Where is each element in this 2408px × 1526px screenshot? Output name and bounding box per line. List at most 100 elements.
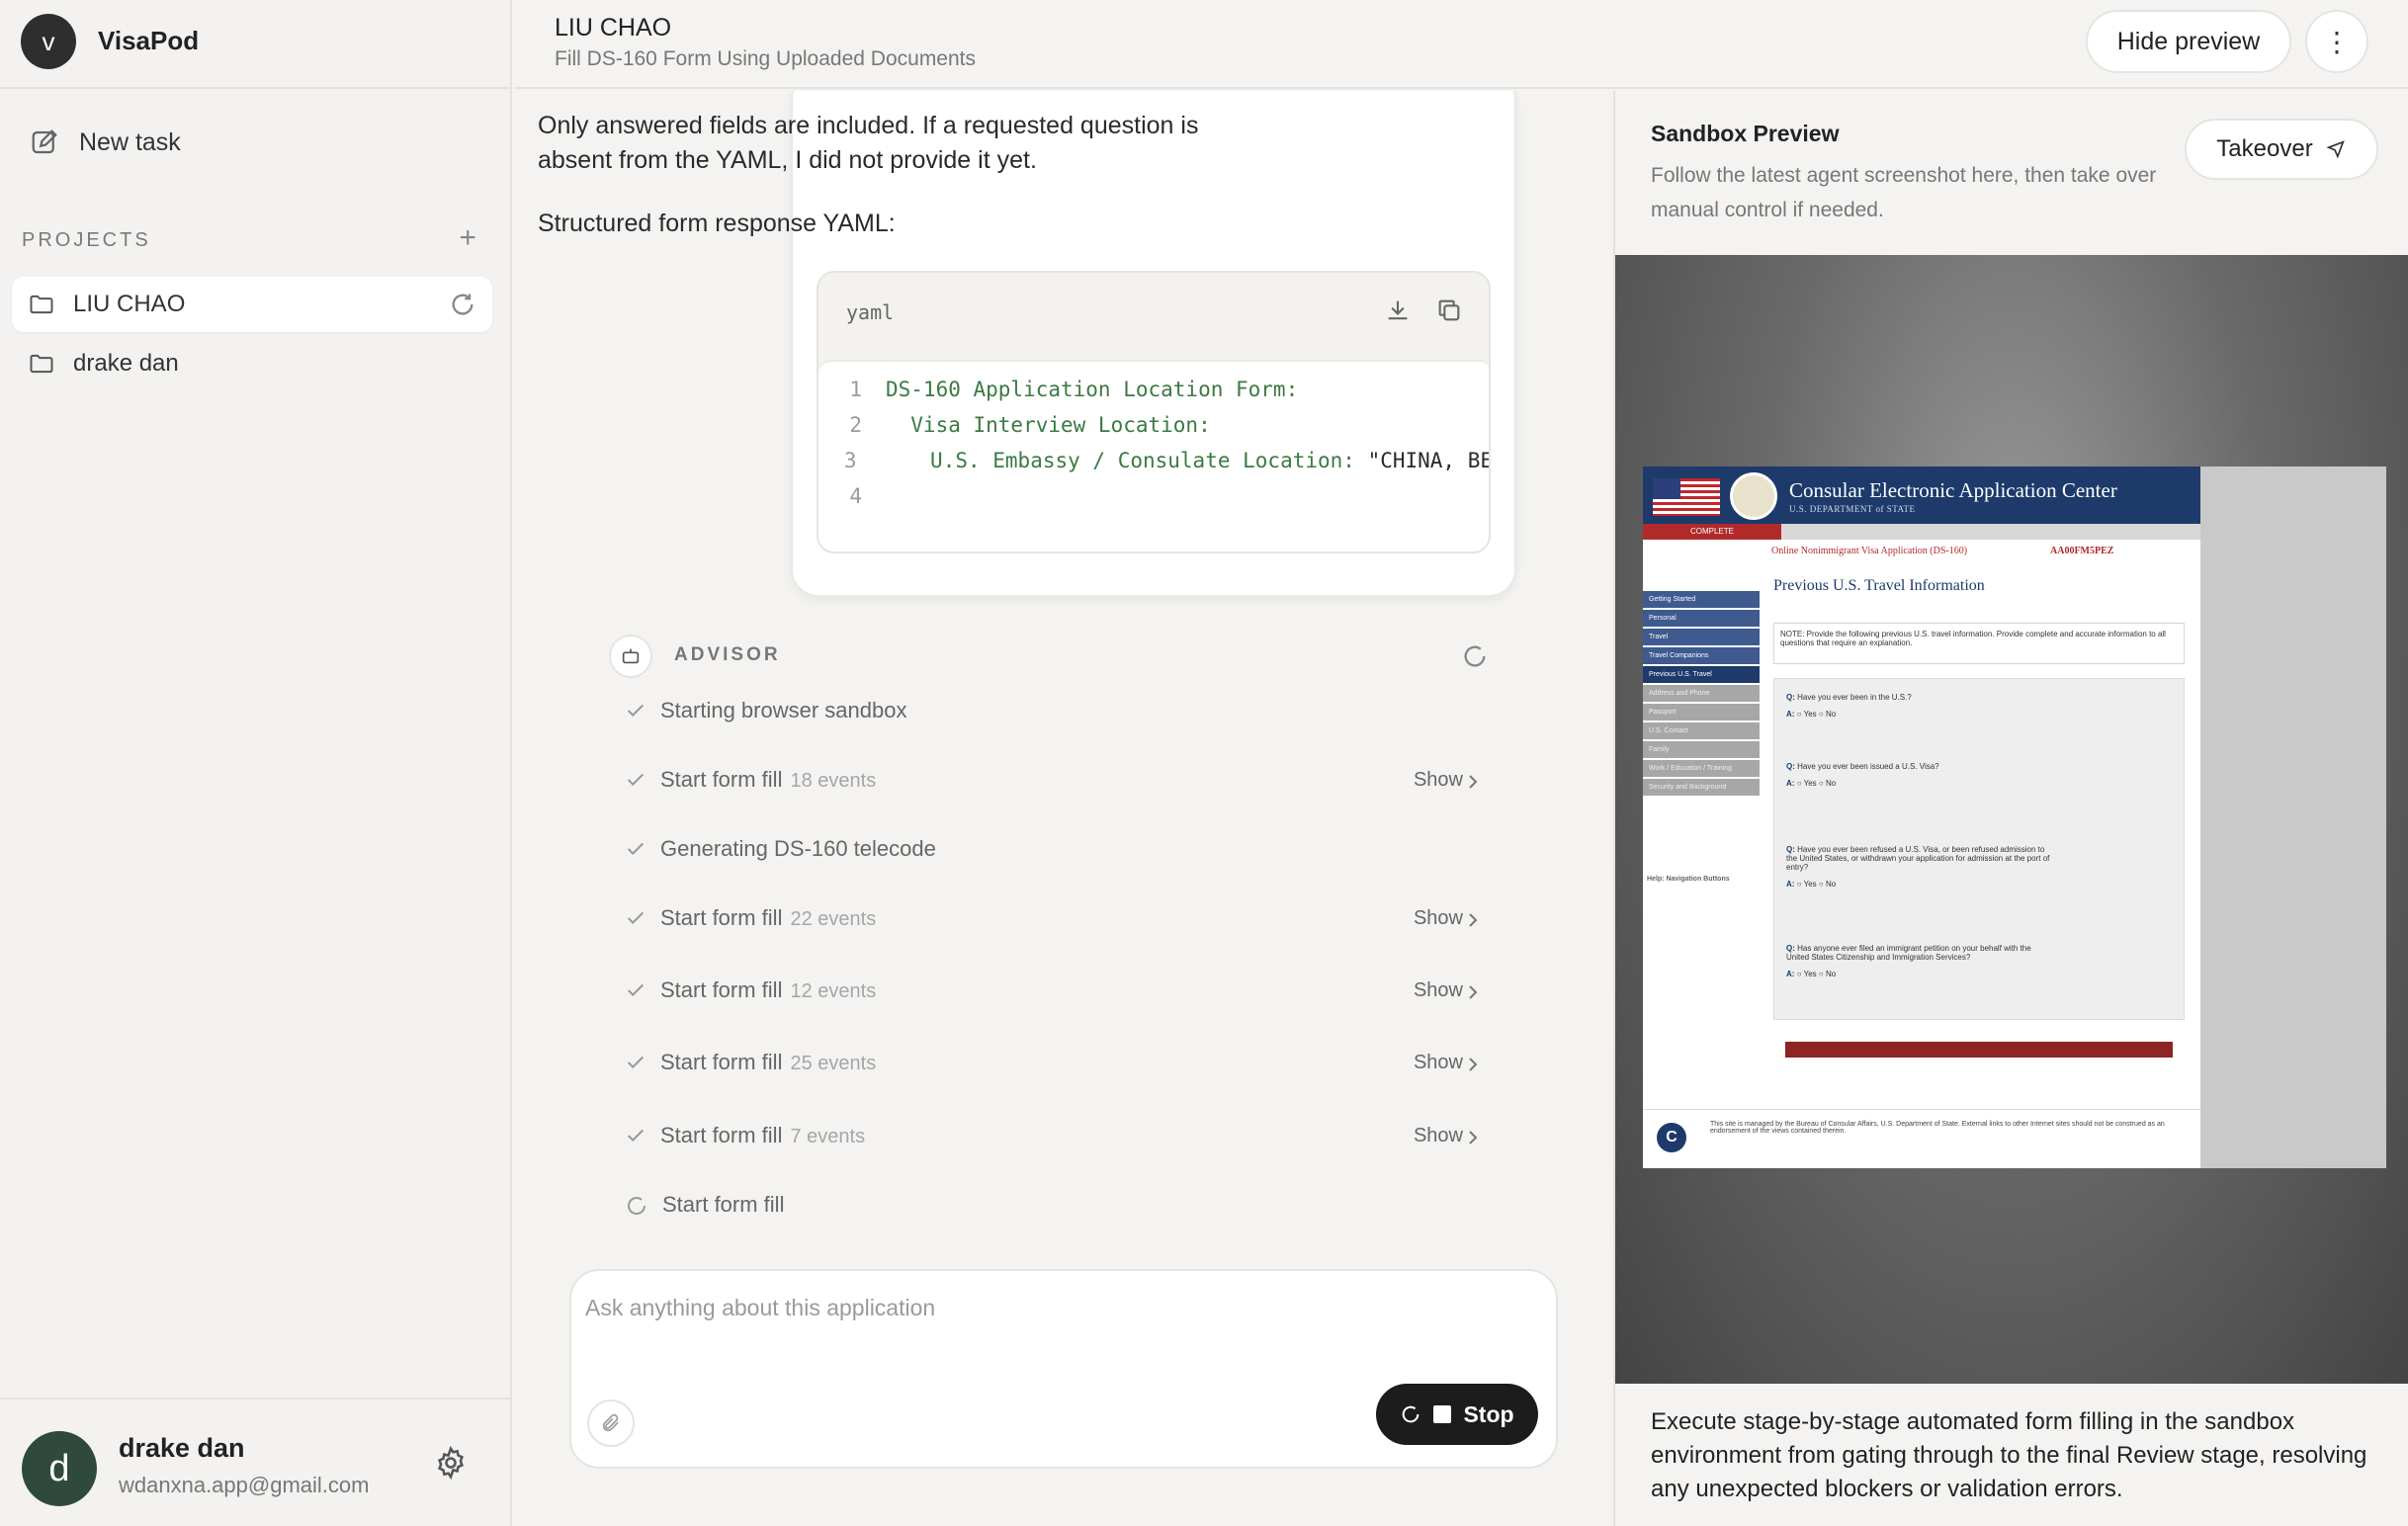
form-page-heading: Previous U.S. Travel Information (1773, 577, 1985, 594)
avatar[interactable]: d (22, 1431, 97, 1506)
code-value: "CHINA, BE (1354, 449, 1491, 472)
line-number: 2 (849, 413, 862, 437)
sidebar: v VisaPod New task PROJECTS + LIU CHAO d… (0, 0, 512, 1526)
loading-spinner-icon (628, 1197, 646, 1215)
preview-description: Follow the latest agent screenshot here,… (1651, 164, 2157, 221)
code-block: yaml 1 DS-160 Application Location Form: … (817, 271, 1491, 553)
answer-radios[interactable]: A: ○ Yes ○ No (1786, 970, 2053, 978)
page-title: LIU CHAO (555, 14, 672, 42)
gear-icon[interactable] (433, 1445, 469, 1481)
advisor-step[interactable]: Start form fill 7 events Show (625, 1117, 1479, 1156)
form-nav: Getting Started Personal Travel Travel Comp… (1643, 591, 1760, 798)
code-body: 1 DS-160 Application Location Form: 2 Vis… (818, 360, 1491, 551)
user-profile: d drake dan wdanxna.app@gmail.com (0, 1398, 510, 1526)
radio-icon[interactable]: ○ Yes (1797, 880, 1817, 889)
code-key: DS-160 Application Location Form: (886, 378, 1299, 401)
question-text: Has anyone ever filed an immigrant petit… (1786, 944, 2031, 962)
chevron-right-icon (1469, 1058, 1478, 1071)
site-footer: This site is managed by the Bureau of Co… (1710, 1121, 2165, 1135)
paperclip-icon[interactable] (587, 1399, 635, 1447)
radio-icon[interactable]: ○ Yes (1797, 970, 1817, 978)
step-events: 25 events (790, 1053, 877, 1074)
form-question: Q: Have you ever been in the U.S.? A: ○ Y… (1786, 693, 2053, 719)
projects-label: PROJECTS (22, 229, 151, 251)
step-label: Start form fill (662, 1192, 784, 1218)
code-text: U.S. Embassy / Consulate Location: "CHIN… (856, 449, 1491, 484)
add-project-icon[interactable]: + (459, 223, 476, 253)
sidebar-item-liu-chao[interactable]: LIU CHAO (12, 277, 492, 332)
step-title: Start form fill (660, 1050, 783, 1074)
ceac-logo-icon: C (1657, 1123, 1686, 1152)
show-button[interactable]: Show (1414, 907, 1463, 930)
question-text: Have you ever been in the U.S.? (1797, 693, 1912, 702)
form-nav-buttons (1785, 1042, 2173, 1058)
radio-icon[interactable]: ○ No (1819, 880, 1836, 889)
answer-radios[interactable]: A: ○ Yes ○ No (1786, 710, 2053, 719)
copy-icon[interactable] (1435, 297, 1463, 324)
cursor-icon (2326, 140, 2345, 159)
form-nav-item: Previous U.S. Travel (1643, 666, 1760, 683)
radio-icon[interactable]: ○ No (1819, 710, 1836, 719)
show-button[interactable]: Show (1414, 769, 1463, 792)
progress-tabs: COMPLETE (1643, 524, 2200, 540)
question-text: Have you ever been issued a U.S. Visa? (1797, 762, 1939, 771)
radio-icon[interactable]: ○ No (1819, 779, 1836, 788)
show-button[interactable]: Show (1414, 979, 1463, 1002)
new-task-button[interactable]: New task (30, 123, 181, 162)
line-number: 1 (849, 378, 862, 401)
step-label: Starting browser sandbox (660, 698, 906, 723)
question-text: Have you ever been refused a U.S. Visa, … (1786, 845, 2050, 872)
advisor-step: Generating DS-160 telecode (625, 830, 1479, 870)
show-button[interactable]: Show (1414, 1125, 1463, 1147)
step-title: Start form fill (660, 767, 783, 792)
browser-screenshot[interactable]: Consular Electronic Application Center U… (1643, 466, 2386, 1168)
code-line: 3 U.S. Embassy / Consulate Location: "CH… (818, 449, 1491, 484)
takeover-label: Takeover (2216, 135, 2313, 162)
message-paragraph: Structured form response YAML: (538, 210, 896, 237)
new-task-label: New task (79, 127, 181, 156)
form-nav-item: Getting Started (1643, 591, 1760, 608)
show-button[interactable]: Show (1414, 1052, 1463, 1074)
hide-preview-button[interactable]: Hide preview (2086, 10, 2291, 73)
form-nav-item: Personal (1643, 610, 1760, 627)
radio-icon[interactable]: ○ Yes (1797, 779, 1817, 788)
radio-icon[interactable]: ○ No (1819, 970, 1836, 978)
chevron-right-icon (1469, 985, 1478, 999)
message-input[interactable] (585, 1283, 1534, 1332)
user-email: wdanxna.app@gmail.com (119, 1473, 370, 1497)
code-line: 1 DS-160 Application Location Form: (818, 378, 1489, 413)
radio-icon[interactable]: ○ Yes (1797, 710, 1817, 719)
folder-icon (30, 295, 53, 314)
step-label: Generating DS-160 telecode (660, 836, 936, 862)
stop-button[interactable]: Stop (1376, 1384, 1538, 1445)
advisor-step[interactable]: Start form fill 12 events Show (625, 972, 1479, 1011)
step-label: Start form fill 12 events (660, 977, 876, 1003)
brand-avatar[interactable]: v (21, 14, 76, 69)
answer-radios[interactable]: A: ○ Yes ○ No (1786, 779, 2053, 788)
header: LIU CHAO Fill DS-160 Form Using Uploaded… (514, 0, 2408, 89)
form-nav-item: Work / Education / Training (1643, 760, 1760, 777)
robot-icon (609, 635, 652, 678)
ceac-banner: Consular Electronic Application Center U… (1643, 466, 2200, 524)
check-icon (627, 1129, 645, 1143)
sandbox-screenshot-area[interactable]: Consular Electronic Application Center U… (1615, 255, 2408, 1384)
form-nav-item: Passport (1643, 704, 1760, 721)
state-seal-icon (1730, 472, 1777, 520)
app-line: Online Nonimmigrant Visa Application (DS… (1771, 546, 1968, 556)
form-question: Q: Have you ever been issued a U.S. Visa… (1786, 762, 2053, 788)
step-title: Generating DS-160 telecode (660, 836, 936, 861)
page-subtitle: Fill DS-160 Form Using Uploaded Document… (555, 47, 976, 70)
more-options-icon[interactable]: ⋮ (2305, 10, 2368, 73)
step-events: 7 events (790, 1126, 866, 1147)
answer-radios[interactable]: A: ○ Yes ○ No (1786, 880, 2053, 889)
takeover-button[interactable]: Takeover (2185, 119, 2378, 180)
sidebar-item-drake-dan[interactable]: drake dan (12, 336, 492, 391)
advisor-step[interactable]: Start form fill 18 events Show (625, 761, 1479, 801)
step-label: Start form fill 7 events (660, 1123, 865, 1148)
code-language: yaml (846, 300, 895, 324)
download-icon[interactable] (1384, 297, 1412, 324)
advisor-step[interactable]: Start form fill 22 events Show (625, 899, 1479, 939)
brand-name: VisaPod (98, 26, 200, 55)
advisor-step[interactable]: Start form fill 25 events Show (625, 1044, 1479, 1083)
code-key: U.S. Embassy / Consulate Location: (880, 449, 1355, 472)
